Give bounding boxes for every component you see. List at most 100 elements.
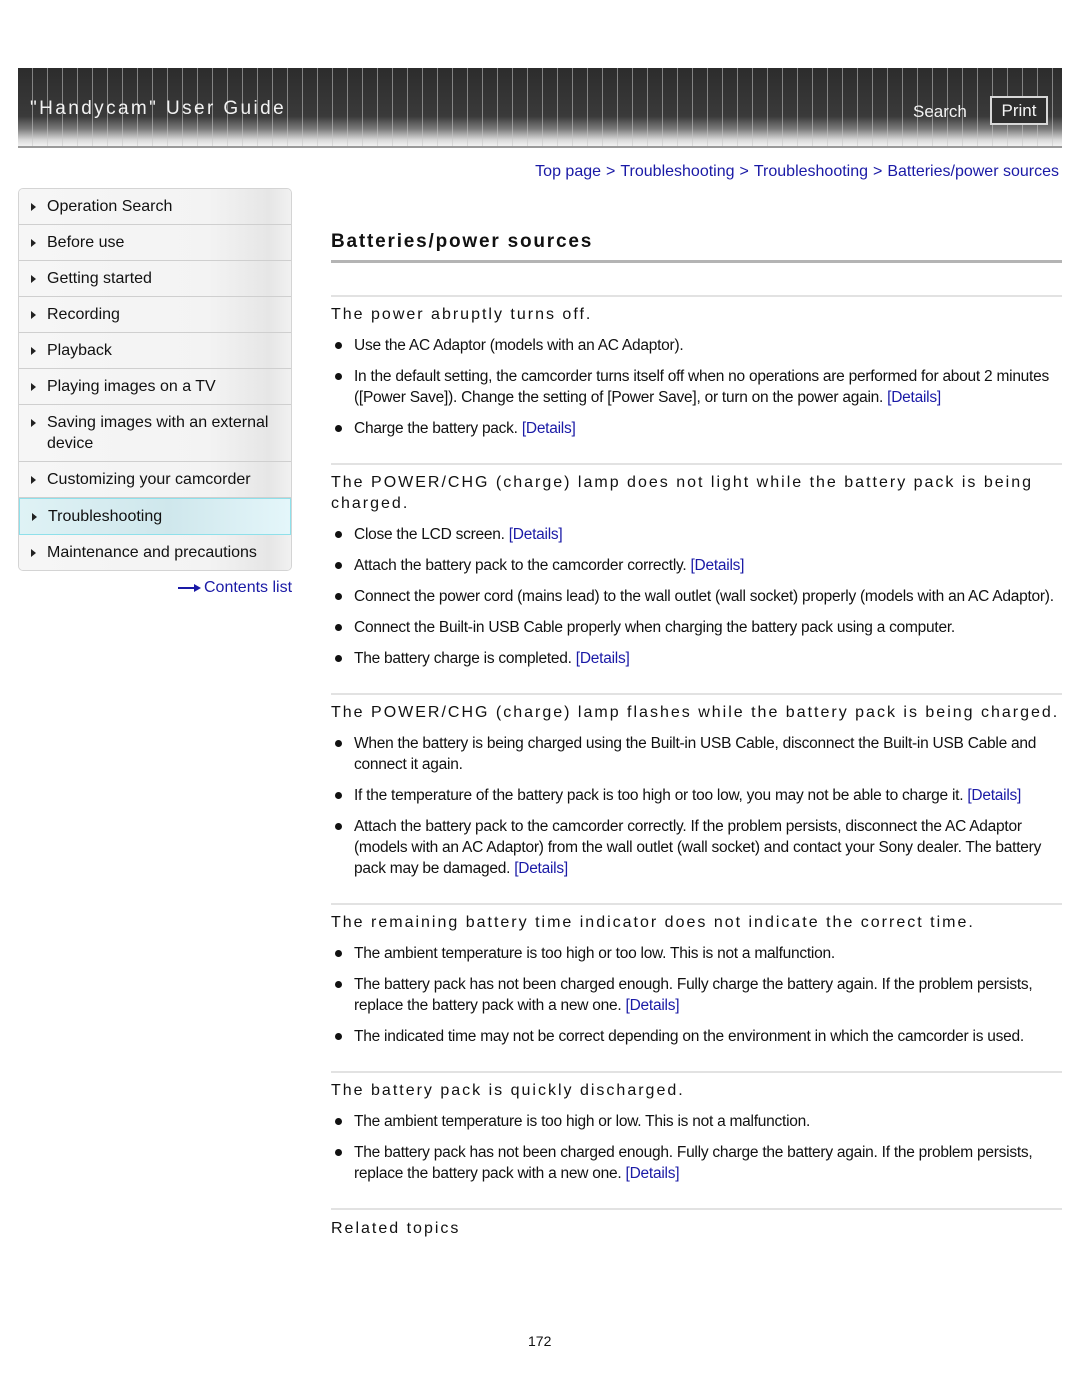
sidebar-item-getting-started[interactable]: Getting started <box>19 261 291 297</box>
breadcrumb-troubleshooting-sub[interactable]: Troubleshooting <box>754 163 868 180</box>
breadcrumb-current-page[interactable]: Batteries/power sources <box>887 163 1059 180</box>
contents-list-label: Contents list <box>204 579 293 596</box>
solution-item: Attach the battery pack to the camcorder… <box>331 816 1062 879</box>
details-link[interactable]: [Details] <box>626 997 680 1014</box>
sidebar-item-label: Playing images on a TV <box>47 378 216 395</box>
sidebar-item-label: Operation Search <box>47 198 173 215</box>
solution-item: Close the LCD screen. [Details] <box>331 524 1062 545</box>
solution-text: The ambient temperature is too high or l… <box>354 1113 811 1130</box>
sidebar-item-label: Maintenance and precautions <box>47 544 257 561</box>
solution-item: The indicated time may not be correct de… <box>331 1026 1062 1047</box>
triangle-right-icon <box>31 311 36 319</box>
triangle-right-icon <box>31 549 36 557</box>
solution-item: The ambient temperature is too high or l… <box>331 1111 1062 1132</box>
solution-text: Attach the battery pack to the camcorder… <box>354 818 1042 877</box>
section-heading: The power abruptly turns off. <box>331 306 593 323</box>
title-divider <box>331 260 1062 263</box>
breadcrumb-top-page[interactable]: Top page <box>535 163 601 180</box>
triangle-right-icon <box>31 419 36 427</box>
trouble-section: The battery pack is quickly discharged. T… <box>331 1071 1062 1184</box>
main-content: Batteries/power sources The power abrupt… <box>331 228 1062 1239</box>
solution-item: Connect the Built-in USB Cable properly … <box>331 617 1062 638</box>
triangle-right-icon <box>31 347 36 355</box>
solution-text: The battery pack has not been charged en… <box>354 1144 1033 1182</box>
sidebar-item-saving-images[interactable]: Saving images with an external device <box>19 405 291 462</box>
app-header: "Handycam" User Guide Search Print <box>18 68 1062 146</box>
solution-item: Charge the battery pack. [Details] <box>331 418 1062 439</box>
page-title: Batteries/power sources <box>331 231 594 252</box>
triangle-right-icon <box>31 239 36 247</box>
section-heading: The remaining battery time indicator doe… <box>331 914 975 931</box>
solution-text: The battery charge is completed. <box>354 650 572 667</box>
solution-list: The ambient temperature is too high or t… <box>331 933 1062 1047</box>
sidebar-item-customizing[interactable]: Customizing your camcorder <box>19 462 291 498</box>
details-link[interactable]: [Details] <box>509 526 563 543</box>
trouble-section: The POWER/CHG (charge) lamp does not lig… <box>331 463 1062 669</box>
details-link[interactable]: [Details] <box>576 650 630 667</box>
solution-text: The indicated time may not be correct de… <box>354 1028 1024 1045</box>
sidebar-item-playback[interactable]: Playback <box>19 333 291 369</box>
sidebar-item-playing-images-on-tv[interactable]: Playing images on a TV <box>19 369 291 405</box>
sidebar-item-troubleshooting[interactable]: Troubleshooting <box>19 498 291 535</box>
trouble-section: The remaining battery time indicator doe… <box>331 903 1062 1047</box>
details-link[interactable]: [Details] <box>522 420 576 437</box>
breadcrumb-troubleshooting[interactable]: Troubleshooting <box>620 163 734 180</box>
breadcrumb: Top page > Troubleshooting > Troubleshooting… <box>535 163 1059 181</box>
solution-text: Connect the power cord (mains lead) to t… <box>354 588 1054 605</box>
breadcrumb-separator: > <box>606 163 616 180</box>
solution-item: If the temperature of the battery pack i… <box>331 785 1062 806</box>
sidebar-item-label: Troubleshooting <box>48 508 163 525</box>
details-link[interactable]: [Details] <box>887 389 941 406</box>
sidebar-item-label: Customizing your camcorder <box>47 471 251 488</box>
solution-item: Connect the power cord (mains lead) to t… <box>331 586 1062 607</box>
sidebar-item-before-use[interactable]: Before use <box>19 225 291 261</box>
solution-item: The battery charge is completed. [Detail… <box>331 648 1062 669</box>
contents-list-link[interactable]: Contents list <box>178 579 292 597</box>
solution-text: The ambient temperature is too high or t… <box>354 945 835 962</box>
solution-text: The battery pack has not been charged en… <box>354 976 1033 1014</box>
solution-item: The ambient temperature is too high or t… <box>331 943 1062 964</box>
solution-text: If the temperature of the battery pack i… <box>354 787 964 804</box>
search-link[interactable]: Search <box>913 102 967 122</box>
sidebar-item-label: Playback <box>47 342 112 359</box>
breadcrumb-separator: > <box>873 163 883 180</box>
details-link[interactable]: [Details] <box>967 787 1021 804</box>
solution-text: Connect the Built-in USB Cable properly … <box>354 619 955 636</box>
related-topics: Related topics <box>331 1208 1062 1239</box>
sidebar-item-label: Recording <box>47 306 120 323</box>
solution-item: In the default setting, the camcorder tu… <box>331 366 1062 408</box>
triangle-right-icon <box>31 383 36 391</box>
section-heading: The POWER/CHG (charge) lamp does not lig… <box>331 474 1034 512</box>
page-number: 172 <box>528 1333 552 1349</box>
sidebar-item-label: Before use <box>47 234 125 251</box>
sidebar-item-recording[interactable]: Recording <box>19 297 291 333</box>
triangle-right-icon <box>31 476 36 484</box>
triangle-right-icon <box>31 203 36 211</box>
sections-container: The power abruptly turns off. Use the AC … <box>331 295 1062 1184</box>
solution-text: Attach the battery pack to the camcorder… <box>354 557 687 574</box>
triangle-right-icon <box>31 275 36 283</box>
sidebar-item-label: Getting started <box>47 270 152 287</box>
solution-text: Use the AC Adaptor (models with an AC Ad… <box>354 337 684 354</box>
print-button[interactable]: Print <box>990 96 1048 125</box>
section-heading: The POWER/CHG (charge) lamp flashes whil… <box>331 704 1060 721</box>
solution-item: Attach the battery pack to the camcorder… <box>331 555 1062 576</box>
solution-text: Charge the battery pack. <box>354 420 518 437</box>
sidebar-item-maintenance[interactable]: Maintenance and precautions <box>19 535 291 570</box>
sidebar-item-operation-search[interactable]: Operation Search <box>19 189 291 225</box>
details-link[interactable]: [Details] <box>626 1165 680 1182</box>
trouble-section: The POWER/CHG (charge) lamp flashes whil… <box>331 693 1062 879</box>
details-link[interactable]: [Details] <box>514 860 568 877</box>
solution-list: Use the AC Adaptor (models with an AC Ad… <box>331 325 1062 439</box>
breadcrumb-separator: > <box>739 163 749 180</box>
sidebar-nav: Operation Search Before use Getting star… <box>18 188 292 571</box>
arrow-right-icon <box>178 583 202 593</box>
trouble-section: The power abruptly turns off. Use the AC … <box>331 295 1062 439</box>
app-title: "Handycam" User Guide <box>30 98 287 119</box>
sidebar-item-label: Saving images with an external device <box>47 414 269 452</box>
header-divider <box>18 146 1062 148</box>
solution-item: When the battery is being charged using … <box>331 733 1062 775</box>
solution-item: Use the AC Adaptor (models with an AC Ad… <box>331 335 1062 356</box>
details-link[interactable]: [Details] <box>690 557 744 574</box>
solution-list: Close the LCD screen. [Details] Attach th… <box>331 514 1062 669</box>
